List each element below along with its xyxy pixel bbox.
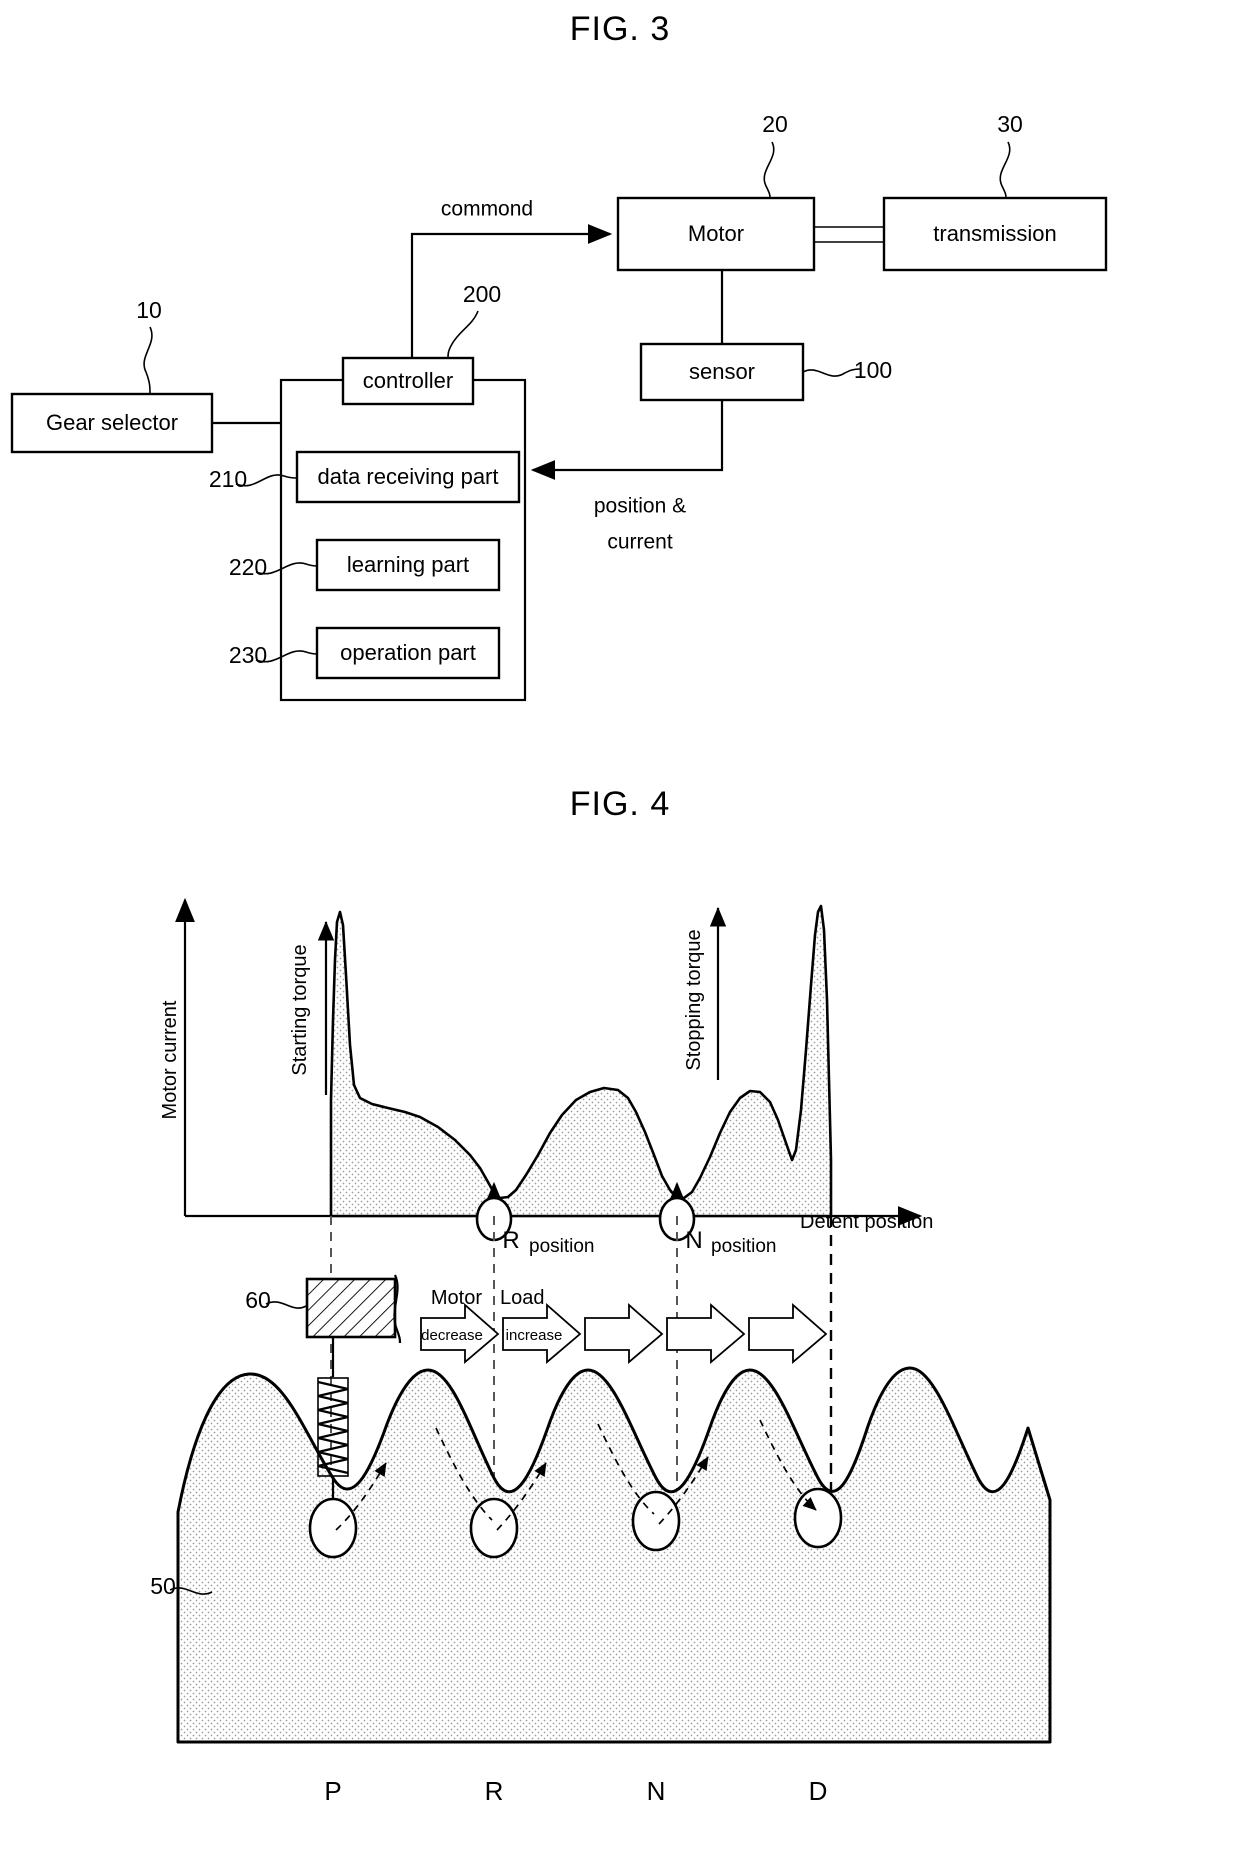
r-position-circle (475, 1196, 513, 1242)
n-position-circle (658, 1196, 696, 1242)
block-controller[interactable] (341, 356, 475, 406)
detent-ball-d (793, 1487, 843, 1549)
chart-x-axis-label: Detent position (800, 1211, 933, 1233)
ref-numeral-10: 10 (136, 297, 162, 323)
block-gear-selector-label: Gear selector (46, 410, 178, 435)
block-data-receiving-part[interactable] (295, 450, 521, 504)
block-controller-label: controller (363, 368, 453, 393)
motor-current-curve (329, 904, 833, 1218)
leader-line-10 (143, 326, 153, 394)
gear-label-r: R (485, 1776, 504, 1806)
ref-numeral-30: 30 (997, 111, 1023, 137)
load-arrow-1 (420, 1303, 500, 1364)
ref-numeral-210: 210 (209, 466, 247, 492)
block-transmission[interactable] (882, 196, 1108, 272)
n-position-suffix: position (711, 1236, 777, 1257)
detent-ball-r (469, 1497, 519, 1559)
motion-arc-n (658, 1456, 709, 1525)
detent-plate (176, 1366, 1052, 1744)
figure-canvas: Gear selector 10 controller 200 data rec… (10, 111, 1108, 1806)
stopping-torque-label: Stopping torque (683, 929, 705, 1070)
motor-load-title-part2: Load (500, 1287, 545, 1309)
leader-line-100 (802, 368, 861, 377)
leader-line-50 (169, 1587, 213, 1595)
leader-line-200 (447, 310, 479, 359)
block-sensor-label: sensor (689, 359, 755, 384)
fig3-diagram: Gear selector 10 controller 200 data rec… (10, 111, 1108, 702)
command-label: commond (441, 198, 533, 221)
load-arrow-5 (748, 1303, 828, 1364)
block-learning-part[interactable] (315, 538, 501, 592)
motion-arc-p (335, 1462, 387, 1531)
load-arrow-1-label: decrease (421, 1327, 483, 1344)
starting-torque-label: Starting torque (289, 944, 311, 1075)
gear-label-d: D (809, 1776, 828, 1806)
n-position-letter: N (685, 1227, 702, 1254)
plunger-block (305, 1277, 397, 1339)
chart-y-axis-label: Motor current (159, 1000, 181, 1119)
motion-arc-into-d (759, 1419, 817, 1511)
detent-ball-p (308, 1497, 358, 1559)
ref-numeral-220: 220 (229, 554, 267, 580)
load-arrow-2-label: increase (506, 1327, 563, 1344)
leader-line-20 (763, 141, 775, 199)
block-motor-label: Motor (688, 221, 744, 246)
detent-ball-n (631, 1490, 681, 1552)
block-learning-part-label: learning part (347, 552, 469, 577)
leader-line-60 (265, 1301, 307, 1309)
feedback-arrow (530, 400, 724, 480)
block-data-receiving-part-label: data receiving part (318, 464, 499, 489)
fig3-title: FIG. 3 (569, 10, 671, 48)
detent-spring (317, 1377, 349, 1477)
controller-container (279, 378, 527, 702)
gear-label-p: P (324, 1776, 341, 1806)
gear-label-n: N (647, 1776, 666, 1806)
block-transmission-label: transmission (933, 221, 1056, 246)
r-position-letter: R (502, 1227, 519, 1254)
fig4-title: FIG. 4 (569, 785, 671, 823)
ref-numeral-200: 200 (463, 281, 501, 307)
block-gear-selector[interactable] (10, 392, 214, 454)
block-operation-part-label: operation part (340, 640, 476, 665)
r-position-suffix: position (529, 1236, 595, 1257)
leader-line-30 (999, 141, 1011, 199)
motion-arc-into-n (597, 1423, 655, 1515)
ref-numeral-50: 50 (150, 1573, 176, 1599)
block-sensor[interactable] (639, 342, 805, 402)
leader-line-220 (255, 562, 318, 575)
ball-motion-arcs (335, 1419, 817, 1531)
load-arrow-3 (584, 1303, 664, 1364)
motor-load-title-part1: Motor (431, 1287, 482, 1309)
plunger-block-edge (393, 1274, 402, 1344)
load-arrow-4 (666, 1303, 746, 1364)
patent-figure-page: FIG. 3 FIG. 4 Gear selector 10 controlle… (0, 0, 1240, 1850)
leader-line-210 (235, 474, 297, 487)
motion-arc-r (496, 1462, 547, 1531)
ref-numeral-230: 230 (229, 642, 267, 668)
ref-numeral-60: 60 (245, 1287, 271, 1313)
block-operation-part[interactable] (315, 626, 501, 680)
feedback-label-line2: current (607, 531, 673, 554)
ref-numeral-100: 100 (854, 357, 892, 383)
fig4-diagram: Motor current Detent position Starting t… (150, 897, 1052, 1806)
feedback-label-line1: position & (594, 495, 686, 518)
leader-line-230 (255, 650, 318, 663)
command-arrow (410, 224, 613, 358)
motion-arc-into-r (435, 1427, 493, 1521)
block-motor[interactable] (616, 196, 816, 272)
load-arrow-row: decrease increase (420, 1303, 828, 1364)
ref-numeral-20: 20 (762, 111, 788, 137)
load-arrow-2 (502, 1303, 582, 1364)
